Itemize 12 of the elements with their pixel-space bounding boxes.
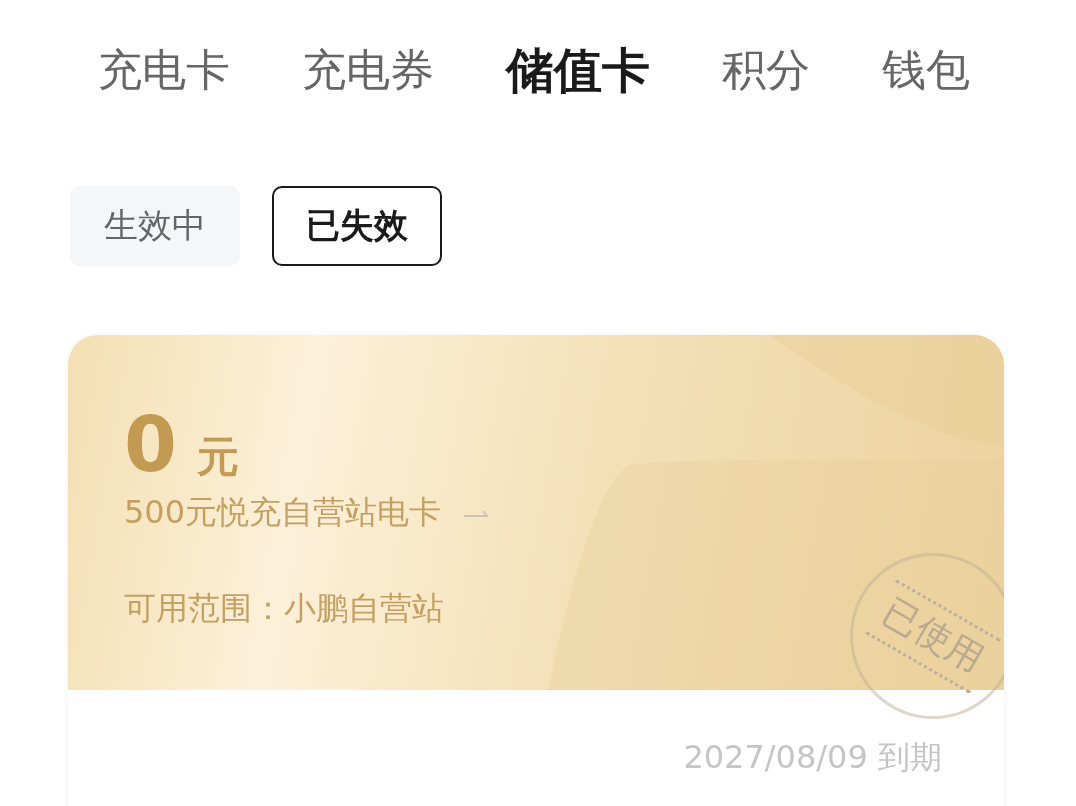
tab[interactable]: 充电券 <box>302 38 434 102</box>
card-amount: 0 <box>124 405 177 485</box>
scope-text: 可用范围：小鹏自营站 <box>124 588 444 629</box>
tab[interactable]: 钱包 <box>882 38 970 102</box>
filter-chip[interactable]: 已失效 <box>272 186 442 266</box>
card-name: 500元悦充自营站电卡 <box>124 492 442 533</box>
tab[interactable]: 储值卡 <box>506 38 650 102</box>
currency-unit: 元 <box>196 431 239 483</box>
tab[interactable]: 积分 <box>722 38 810 102</box>
expiry-date: 2027/08/09 到期 <box>683 737 942 778</box>
tab[interactable]: 充电卡 <box>98 38 230 102</box>
filter-chip[interactable]: 生效中 <box>70 186 240 266</box>
